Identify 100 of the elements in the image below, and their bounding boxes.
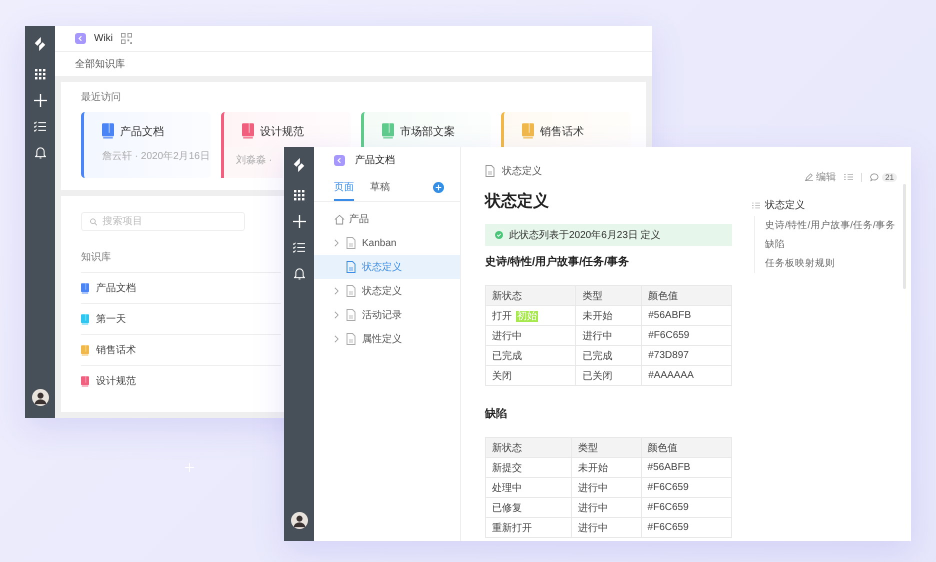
table-cell: 进行中 — [486, 326, 576, 346]
logo-icon — [33, 36, 47, 52]
space-card[interactable]: 设计规范 — [221, 112, 351, 147]
table-cell: #56ABFB — [642, 306, 732, 326]
section-heading: 知识库 — [81, 250, 111, 264]
checklist-icon[interactable] — [293, 242, 305, 253]
book-icon — [81, 314, 89, 324]
plus-icon[interactable] — [292, 215, 306, 228]
table-cell: 新提交 — [486, 458, 572, 478]
card-title: 市场部文案 — [400, 124, 455, 138]
table-cell: #F6C659 — [641, 518, 732, 538]
breadcrumb[interactable]: 状态定义 — [502, 164, 542, 178]
page-title: 状态定义 — [485, 191, 550, 212]
home-icon — [334, 214, 345, 224]
comment-icon — [870, 172, 880, 182]
table-cell: 未开始 — [576, 306, 642, 326]
edit-button[interactable]: 编辑 — [805, 170, 836, 184]
outline-icon[interactable] — [844, 173, 854, 181]
card-meta: 刘淼淼 · — [236, 155, 272, 166]
plus-icon[interactable] — [34, 94, 46, 107]
table-cell: 进行中 — [571, 478, 642, 498]
book-icon — [102, 123, 114, 139]
space-card[interactable]: 产品文档 詹云轩 · 2020年2月16日 — [81, 112, 211, 178]
outline-item[interactable]: 任务板映射规则 — [765, 254, 896, 273]
pencil-icon — [805, 173, 814, 181]
table-cell: 已修复 — [486, 498, 572, 518]
breadcrumb[interactable]: 全部知识库 — [75, 56, 125, 71]
chevron-right-icon — [334, 239, 339, 247]
table-cell: #AAAAAA — [642, 366, 732, 386]
section-heading: 缺陷 — [485, 406, 508, 421]
table-cell: 打开 初始 — [486, 306, 576, 326]
notice-banner: 此状态列表于2020年6月23日 定义 — [485, 224, 732, 246]
tree-item[interactable]: Kanban — [314, 231, 460, 255]
document-icon — [485, 165, 495, 177]
section-heading: 最近访问 — [81, 90, 122, 104]
table-cell: 进行中 — [576, 326, 642, 346]
card-meta: 詹云轩 · 2020年2月16日 — [102, 150, 210, 163]
table-cell: 重新打开 — [486, 518, 572, 538]
search-icon — [90, 218, 98, 226]
table-cell: 已完成 — [576, 346, 642, 366]
column-header: 类型 — [571, 438, 642, 458]
bell-icon[interactable] — [294, 267, 304, 280]
document-icon — [346, 261, 356, 273]
column-header: 颜色值 — [642, 286, 732, 306]
book-icon — [242, 123, 254, 139]
table-cell: #56ABFB — [641, 458, 732, 478]
document-icon — [346, 309, 356, 321]
tree-item[interactable]: 产品 — [314, 207, 460, 231]
column-header: 新状态 — [486, 438, 572, 458]
chevron-right-icon — [334, 311, 339, 319]
tree-item[interactable]: 活动记录 — [314, 303, 460, 327]
table-cell: 关闭 — [486, 366, 576, 386]
table-cell: 未开始 — [571, 458, 642, 478]
document-icon — [346, 237, 356, 249]
space-card[interactable]: 销售话术 — [501, 112, 631, 147]
library-item[interactable]: 第一天 — [81, 303, 281, 334]
chevron-right-icon — [334, 335, 339, 343]
avatar[interactable] — [32, 389, 48, 406]
space-card[interactable]: 市场部文案 — [361, 112, 491, 147]
app-title: Wiki — [94, 32, 113, 44]
tab[interactable]: 草稿 — [370, 173, 390, 201]
chevron-right-icon — [334, 287, 339, 295]
library-item[interactable]: 销售话术 — [81, 334, 281, 365]
bell-icon[interactable] — [34, 146, 46, 159]
table-cell: 进行中 — [571, 498, 642, 518]
card-title: 销售话术 — [540, 124, 584, 138]
column-header: 新状态 — [486, 286, 576, 306]
outline-icon — [752, 202, 760, 208]
document-icon — [346, 333, 356, 345]
check-circle-icon — [495, 231, 503, 239]
table-cell: #73D897 — [642, 346, 732, 366]
tree-item[interactable]: 状态定义 — [314, 279, 460, 303]
book-icon — [382, 123, 394, 139]
table-cell: #F6C659 — [641, 478, 732, 498]
space-icon — [334, 154, 345, 166]
logo-icon — [292, 157, 306, 173]
apps-icon[interactable] — [34, 68, 46, 80]
outline-item[interactable]: 缺陷 — [765, 235, 896, 254]
book-icon — [81, 344, 89, 356]
outline-item[interactable]: 史诗/特性/用户故事/任务/事务 — [765, 216, 896, 235]
checklist-icon[interactable] — [34, 121, 46, 132]
column-header: 颜色值 — [641, 438, 732, 458]
library-item[interactable]: 产品文档 — [81, 272, 281, 303]
table-cell: 进行中 — [571, 518, 642, 538]
table-cell: 已完成 — [486, 346, 576, 366]
app-icon — [75, 32, 86, 44]
table-cell: #F6C659 — [641, 498, 732, 518]
tree-item[interactable]: 属性定义 — [314, 327, 460, 351]
search-field[interactable]: 搜索项目 — [81, 212, 245, 231]
qr-code-icon[interactable] — [120, 32, 132, 44]
card-title: 产品文档 — [120, 124, 164, 138]
add-button[interactable] — [433, 182, 444, 192]
apps-icon[interactable] — [293, 189, 305, 201]
library-item[interactable]: 设计规范 — [81, 365, 281, 396]
outline-item[interactable]: 状态定义 — [765, 198, 805, 212]
avatar[interactable] — [290, 512, 308, 529]
card-title: 设计规范 — [260, 124, 304, 138]
table-cell: 处理中 — [486, 478, 572, 498]
table-cell: 已关闭 — [576, 366, 642, 386]
column-header: 类型 — [576, 286, 642, 306]
